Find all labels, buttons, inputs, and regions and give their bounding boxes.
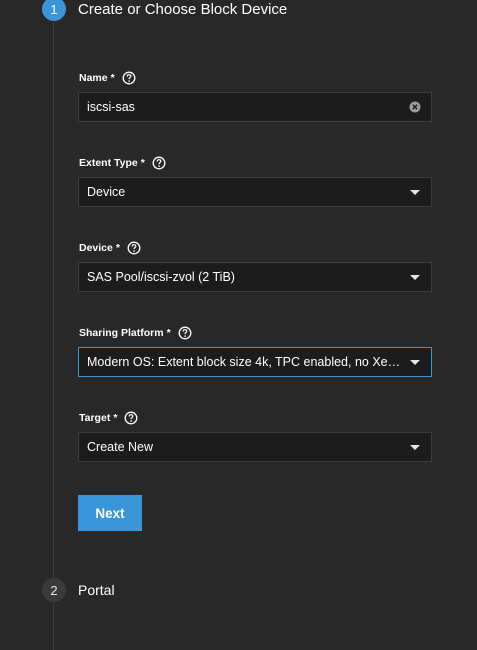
target-label: Target * xyxy=(79,411,138,425)
extent-type-select[interactable]: Device xyxy=(78,177,432,207)
device-value: SAS Pool/iscsi-zvol (2 TiB) xyxy=(87,270,235,284)
help-circle-icon[interactable] xyxy=(178,326,192,340)
sharing-platform-label-text: Sharing Platform xyxy=(79,327,164,339)
target-label-text: Target xyxy=(79,412,111,424)
caret-down-icon[interactable] xyxy=(410,445,420,450)
extent-type-label-text: Extent Type xyxy=(79,157,138,169)
target-value: Create New xyxy=(87,440,153,454)
caret-down-icon[interactable] xyxy=(410,275,420,280)
caret-down-icon[interactable] xyxy=(410,360,420,365)
help-circle-icon[interactable] xyxy=(124,411,138,425)
extent-type-value: Device xyxy=(87,185,126,199)
clear-circle-icon[interactable] xyxy=(409,101,421,113)
required-marker: * xyxy=(140,157,145,169)
next-button[interactable]: Next xyxy=(78,495,142,531)
name-input-value: iscsi-sas xyxy=(87,100,135,114)
device-select[interactable]: SAS Pool/iscsi-zvol (2 TiB) xyxy=(78,262,432,292)
sharing-platform-label: Sharing Platform * xyxy=(79,326,192,340)
help-circle-icon[interactable] xyxy=(152,156,166,170)
device-label-text: Device xyxy=(79,242,113,254)
required-marker: * xyxy=(166,327,171,339)
step-1-title[interactable]: Create or Choose Block Device xyxy=(78,1,287,18)
step-2-indicator[interactable]: 2 xyxy=(42,578,66,602)
caret-down-icon[interactable] xyxy=(410,190,420,195)
name-input[interactable]: iscsi-sas xyxy=(78,92,432,122)
sharing-platform-value: Modern OS: Extent block size 4k, TPC ena… xyxy=(87,355,431,369)
name-label-text: Name xyxy=(79,72,108,84)
sharing-platform-select[interactable]: Modern OS: Extent block size 4k, TPC ena… xyxy=(78,347,432,377)
help-circle-icon[interactable] xyxy=(127,241,141,255)
device-label: Device * xyxy=(79,241,141,255)
target-select[interactable]: Create New xyxy=(78,432,432,462)
step-2-number: 2 xyxy=(50,582,58,598)
required-marker: * xyxy=(110,72,115,84)
stepper-line-bottom xyxy=(53,602,54,650)
name-label: Name * xyxy=(79,71,136,85)
stepper-line-top xyxy=(53,22,54,578)
step-1-number: 1 xyxy=(50,1,58,17)
extent-type-label: Extent Type * xyxy=(79,156,166,170)
step-2-title[interactable]: Portal xyxy=(78,582,115,598)
required-marker: * xyxy=(115,242,120,254)
step-1-indicator[interactable]: 1 xyxy=(42,0,66,21)
help-circle-icon[interactable] xyxy=(122,71,136,85)
required-marker: * xyxy=(113,412,118,424)
